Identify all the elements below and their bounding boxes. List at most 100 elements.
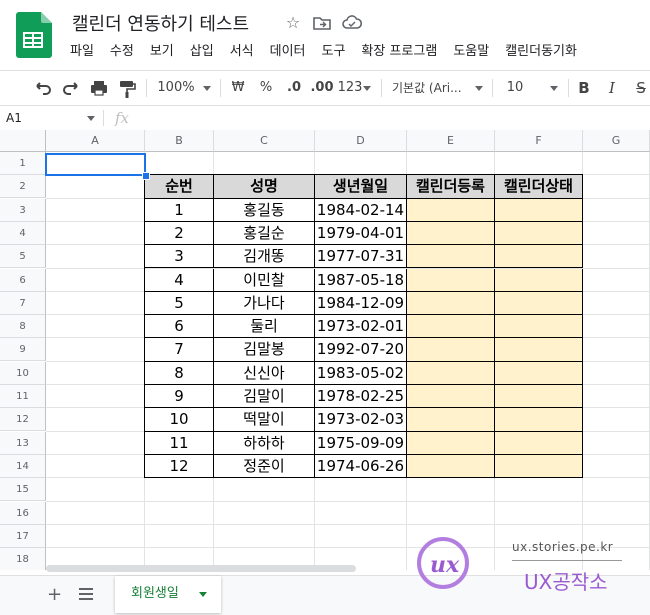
chevron-down-icon[interactable] <box>87 116 95 121</box>
row-header-6[interactable]: 6 <box>0 268 46 292</box>
menu-calendar-sync[interactable]: 캘린더동기화 <box>497 42 585 62</box>
table-cell[interactable]: 3 <box>145 245 214 269</box>
bold-button[interactable]: B <box>575 71 593 105</box>
table-cell[interactable]: 홍길순 <box>214 221 315 246</box>
chevron-down-icon[interactable] <box>203 86 211 91</box>
table-cell[interactable]: 11 <box>145 431 214 455</box>
increase-decimal-button[interactable]: .00 <box>309 71 335 105</box>
table-cell[interactable]: 신신아 <box>214 361 315 385</box>
menu-insert[interactable]: 삽입 <box>182 42 222 62</box>
menu-tools[interactable]: 도구 <box>314 42 354 62</box>
row-header-1[interactable]: 1 <box>0 152 46 175</box>
table-cell[interactable]: 가나다 <box>214 291 315 316</box>
currency-format-button[interactable]: ₩ <box>228 71 248 105</box>
calendar-cell[interactable] <box>495 408 583 432</box>
sheet-tab[interactable]: 회원생일 <box>115 576 221 613</box>
menu-data[interactable]: 데이터 <box>262 42 314 62</box>
formula-input[interactable] <box>146 106 646 130</box>
calendar-cell[interactable] <box>495 361 583 385</box>
menu-view[interactable]: 보기 <box>142 42 182 62</box>
table-header-cell[interactable]: 순번 <box>145 175 214 199</box>
table-cell[interactable]: 8 <box>145 361 214 385</box>
table-cell[interactable]: 1979-04-01 <box>315 221 407 246</box>
table-cell[interactable]: 12 <box>145 454 214 479</box>
table-cell[interactable]: 1978-02-25 <box>315 385 407 409</box>
document-title[interactable]: 캘린더 연동하기 테스트 <box>72 10 249 36</box>
horizontal-scrollbar[interactable] <box>46 565 356 572</box>
table-cell[interactable]: 김말봉 <box>214 338 315 362</box>
calendar-cell[interactable] <box>407 245 495 269</box>
calendar-cell[interactable] <box>495 385 583 409</box>
row-header-10[interactable]: 10 <box>0 361 46 385</box>
row-header-18[interactable]: 18 <box>0 548 46 570</box>
table-cell[interactable]: 이민찰 <box>214 268 315 292</box>
row-header-16[interactable]: 16 <box>0 501 46 525</box>
move-to-folder-icon[interactable] <box>313 15 331 31</box>
row-header-2[interactable]: 2 <box>0 175 46 199</box>
star-icon[interactable]: ☆ <box>283 13 303 33</box>
zoom-select[interactable]: 100% <box>154 71 198 105</box>
calendar-cell[interactable] <box>407 221 495 246</box>
menu-format[interactable]: 서식 <box>222 42 262 62</box>
row-header-5[interactable]: 5 <box>0 245 46 269</box>
table-cell[interactable]: 1983-05-02 <box>315 361 407 385</box>
print-icon[interactable] <box>88 71 110 105</box>
calendar-cell[interactable] <box>407 454 495 479</box>
row-header-11[interactable]: 11 <box>0 385 46 408</box>
column-header-e[interactable]: E <box>407 130 495 152</box>
row-header-15[interactable]: 15 <box>0 478 46 502</box>
table-cell[interactable]: 떡말이 <box>214 408 315 432</box>
row-header-13[interactable]: 13 <box>0 431 46 455</box>
row-header-12[interactable]: 12 <box>0 408 46 432</box>
paint-format-icon[interactable] <box>116 71 138 105</box>
cloud-saved-icon[interactable] <box>342 15 362 31</box>
table-cell[interactable]: 1 <box>145 198 214 222</box>
calendar-cell[interactable] <box>495 268 583 292</box>
redo-icon[interactable] <box>60 71 82 105</box>
calendar-cell[interactable] <box>407 408 495 432</box>
table-cell[interactable]: 하하하 <box>214 431 315 455</box>
table-cell[interactable]: 김개똥 <box>214 245 315 269</box>
fill-handle[interactable] <box>142 172 150 180</box>
select-all-corner[interactable] <box>0 130 46 152</box>
table-cell[interactable]: 4 <box>145 268 214 292</box>
row-header-7[interactable]: 7 <box>0 291 46 315</box>
name-box[interactable]: A1 <box>6 106 22 130</box>
table-cell[interactable]: 10 <box>145 408 214 432</box>
column-header-d[interactable]: D <box>315 130 407 152</box>
menu-extensions[interactable]: 확장 프로그램 <box>353 42 445 62</box>
menu-edit[interactable]: 수정 <box>102 42 142 62</box>
font-size-select[interactable]: 10 <box>500 71 530 105</box>
table-cell[interactable]: 둘리 <box>214 315 315 339</box>
sheets-logo-icon[interactable] <box>14 12 52 58</box>
table-cell[interactable]: 김말이 <box>214 385 315 409</box>
menu-help[interactable]: 도움말 <box>445 42 497 62</box>
column-header-c[interactable]: C <box>214 130 315 152</box>
column-header-b[interactable]: B <box>145 130 214 152</box>
calendar-cell[interactable] <box>495 338 583 362</box>
calendar-cell[interactable] <box>495 198 583 222</box>
calendar-cell[interactable] <box>495 315 583 339</box>
table-cell[interactable]: 1975-09-09 <box>315 431 407 455</box>
table-header-cell[interactable]: 생년월일 <box>315 175 407 199</box>
column-header-f[interactable]: F <box>495 130 583 152</box>
table-cell[interactable]: 6 <box>145 315 214 339</box>
table-cell[interactable]: 1973-02-03 <box>315 408 407 432</box>
calendar-cell[interactable] <box>407 315 495 339</box>
more-formats-button[interactable]: 123 <box>337 71 363 105</box>
calendar-cell[interactable] <box>407 361 495 385</box>
chevron-down-icon[interactable] <box>199 592 207 597</box>
calendar-cell[interactable] <box>407 291 495 316</box>
row-header-17[interactable]: 17 <box>0 524 46 548</box>
table-cell[interactable]: 1984-12-09 <box>315 291 407 316</box>
row-header-8[interactable]: 8 <box>0 315 46 339</box>
calendar-cell[interactable] <box>407 385 495 409</box>
table-cell[interactable]: 정준이 <box>214 454 315 479</box>
add-sheet-button[interactable]: + <box>47 584 62 605</box>
table-cell[interactable]: 9 <box>145 385 214 409</box>
column-header-g[interactable]: G <box>583 130 650 152</box>
italic-button[interactable]: I <box>603 71 621 105</box>
calendar-cell[interactable] <box>495 245 583 269</box>
calendar-cell[interactable] <box>407 268 495 292</box>
calendar-cell[interactable] <box>495 221 583 246</box>
